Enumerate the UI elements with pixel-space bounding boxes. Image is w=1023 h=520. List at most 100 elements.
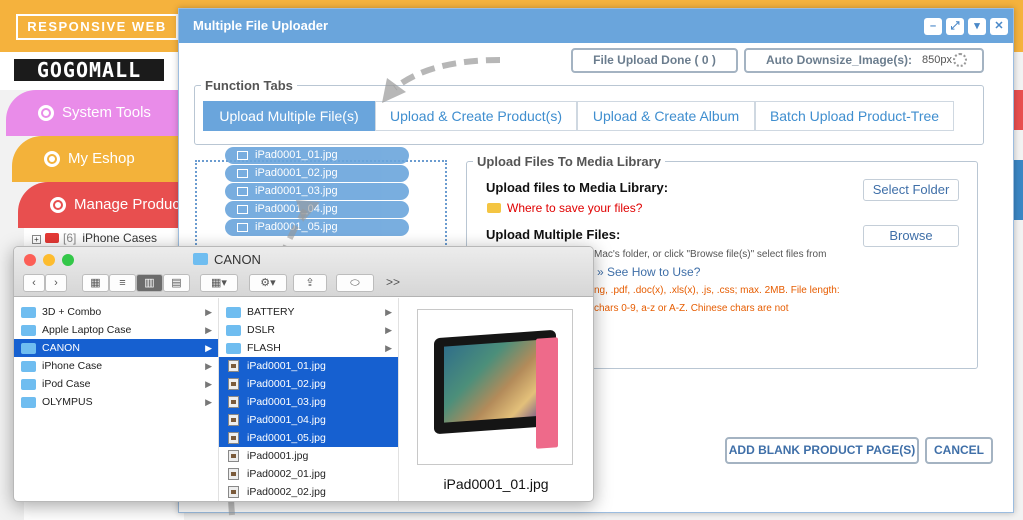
icon-view-button[interactable]: ▦: [82, 274, 109, 292]
row-label: iPad0001_05.jpg: [247, 432, 326, 444]
chevron-right-icon: ▶: [205, 307, 212, 317]
list-view-button[interactable]: ≡: [109, 274, 136, 292]
folder-icon: [45, 233, 59, 243]
row-label: iPad0001_03.jpg: [247, 396, 326, 408]
folder-icon: [193, 253, 208, 265]
how-to-use-link[interactable]: » See How to Use?: [597, 265, 700, 279]
nav-my-eshop[interactable]: My Eshop: [12, 136, 197, 182]
chevron-right-icon: ▶: [205, 379, 212, 389]
media-library-legend: Upload Files To Media Library: [473, 154, 665, 169]
close-window-icon[interactable]: [24, 254, 36, 266]
finder-row[interactable]: OLYMPUS ▶: [14, 393, 218, 411]
image-file-icon: [228, 486, 239, 498]
image-file-icon: [237, 151, 248, 160]
chevron-down-icon[interactable]: ▾: [968, 18, 986, 35]
where-to-save-link[interactable]: Where to save your files?: [487, 201, 642, 215]
finder-column-2: BATTERY ▶ DSLR ▶ FLASH ▶ iPad0001_01.jpg iP…: [219, 298, 399, 501]
nav-system-tools[interactable]: System Tools: [6, 90, 191, 136]
arrange-button[interactable]: ▦▾: [200, 274, 238, 292]
finder-row-selected[interactable]: CANON ▶: [14, 339, 218, 357]
select-folder-button[interactable]: Select Folder: [863, 179, 959, 201]
dropped-file-name: iPad0001_01.jpg: [255, 149, 338, 161]
finder-title-text: CANON: [214, 252, 261, 267]
dropped-file-name: iPad0001_03.jpg: [255, 185, 338, 197]
dropped-file-item: iPad0001_04.jpg: [225, 201, 409, 218]
tag-icon[interactable]: ⬭: [336, 274, 374, 292]
external-icon[interactable]: ⤢: [946, 18, 964, 35]
media-file-types: ng, .pdf, .doc(x), .xls(x), .js, .css; m…: [594, 285, 840, 296]
file-upload-done-button[interactable]: File Upload Done ( 0 ): [571, 48, 738, 73]
radio-dot-icon: [38, 105, 54, 121]
where-label: Where to save your files?: [507, 201, 643, 215]
auto-downsize-button[interactable]: Auto Downsize_Image(s): 850px: [744, 48, 984, 73]
finder-row[interactable]: iPad0001.jpg: [219, 447, 398, 465]
folder-icon: [21, 379, 36, 390]
row-label: BATTERY: [247, 306, 295, 318]
tab-upload-create-products[interactable]: Upload & Create Product(s): [375, 101, 577, 131]
tab-upload-create-album[interactable]: Upload & Create Album: [577, 101, 755, 131]
cancel-button[interactable]: CANCEL: [925, 437, 993, 464]
image-file-icon: [228, 450, 239, 462]
tab-batch-upload-product-tree[interactable]: Batch Upload Product-Tree: [755, 101, 954, 131]
finder-row-selected[interactable]: iPad0001_04.jpg: [219, 411, 398, 429]
row-label: DSLR: [247, 324, 276, 336]
folder-icon: [226, 325, 241, 336]
cover-flow-button[interactable]: ▤: [163, 274, 190, 292]
folder-icon: [21, 361, 36, 372]
forward-button[interactable]: ›: [45, 274, 67, 292]
gear-icon[interactable]: ⚙▾: [249, 274, 287, 292]
chevron-right-icon: ▶: [385, 307, 392, 317]
close-icon[interactable]: ✕: [990, 18, 1008, 35]
tree-count: [6]: [63, 231, 77, 245]
finder-title: CANON: [193, 252, 261, 267]
finder-row[interactable]: iPad0002_01.jpg: [219, 465, 398, 483]
media-heading-multiple-files: Upload Multiple Files:: [486, 227, 621, 242]
nav-manage-product[interactable]: Manage Product: [18, 182, 203, 228]
minimize-window-icon[interactable]: [43, 254, 55, 266]
column-view-button[interactable]: ▥: [136, 274, 163, 292]
row-label: iPod Case: [42, 378, 91, 390]
finder-row[interactable]: DSLR ▶: [219, 321, 398, 339]
finder-row[interactable]: FLASH ▶: [219, 339, 398, 357]
row-label: iPad0001_02.jpg: [247, 378, 326, 390]
add-blank-product-page-button[interactable]: ADD BLANK PRODUCT PAGE(S): [725, 437, 919, 464]
folder-icon: [226, 343, 241, 354]
nav-label: My Eshop: [68, 150, 135, 167]
minimize-icon[interactable]: –: [924, 18, 942, 35]
dropped-file-name: iPad0001_04.jpg: [255, 203, 338, 215]
folder-icon: [21, 307, 36, 318]
chevron-right-icon: ▶: [205, 325, 212, 335]
media-heading-upload-files: Upload files to Media Library:: [486, 180, 669, 195]
expand-icon[interactable]: +: [32, 235, 41, 244]
finder-row-selected[interactable]: iPad0001_01.jpg: [219, 357, 398, 375]
image-file-icon: [237, 205, 248, 214]
finder-row[interactable]: 3D + Combo ▶: [14, 303, 218, 321]
image-file-icon: [228, 468, 239, 480]
chevron-right-icon: ▶: [205, 361, 212, 371]
dropped-file-item: iPad0001_02.jpg: [225, 165, 409, 182]
browse-button[interactable]: Browse: [863, 225, 959, 247]
finder-row-selected[interactable]: iPad0001_05.jpg: [219, 429, 398, 447]
row-label: Apple Laptop Case: [42, 324, 132, 336]
media-file-naming: chars 0-9, a-z or A-Z. Chinese chars are…: [594, 303, 789, 314]
image-file-icon: [237, 223, 248, 232]
finder-row[interactable]: BATTERY ▶: [219, 303, 398, 321]
zoom-window-icon[interactable]: [62, 254, 74, 266]
finder-row-selected[interactable]: iPad0001_02.jpg: [219, 375, 398, 393]
chevron-right-icon: ▶: [385, 343, 392, 353]
image-file-icon: [228, 414, 239, 426]
finder-row[interactable]: iPad0002_02.jpg: [219, 483, 398, 501]
folder-icon: [21, 325, 36, 336]
back-button[interactable]: ‹: [23, 274, 45, 292]
finder-row-selected[interactable]: iPad0001_03.jpg: [219, 393, 398, 411]
spinner-icon: [953, 53, 967, 67]
finder-row[interactable]: iPhone Case ▶: [14, 357, 218, 375]
finder-row[interactable]: iPod Case ▶: [14, 375, 218, 393]
finder-row[interactable]: Apple Laptop Case ▶: [14, 321, 218, 339]
share-icon[interactable]: ⇪: [293, 274, 327, 292]
row-label: CANON: [42, 342, 80, 354]
dialog-title[interactable]: Multiple File Uploader: [179, 9, 1013, 43]
more-button[interactable]: >>: [386, 274, 400, 292]
tree-item-iphone-cases[interactable]: + [6] iPhone Cases: [32, 231, 157, 245]
tab-upload-multiple-files[interactable]: Upload Multiple File(s): [203, 101, 375, 131]
